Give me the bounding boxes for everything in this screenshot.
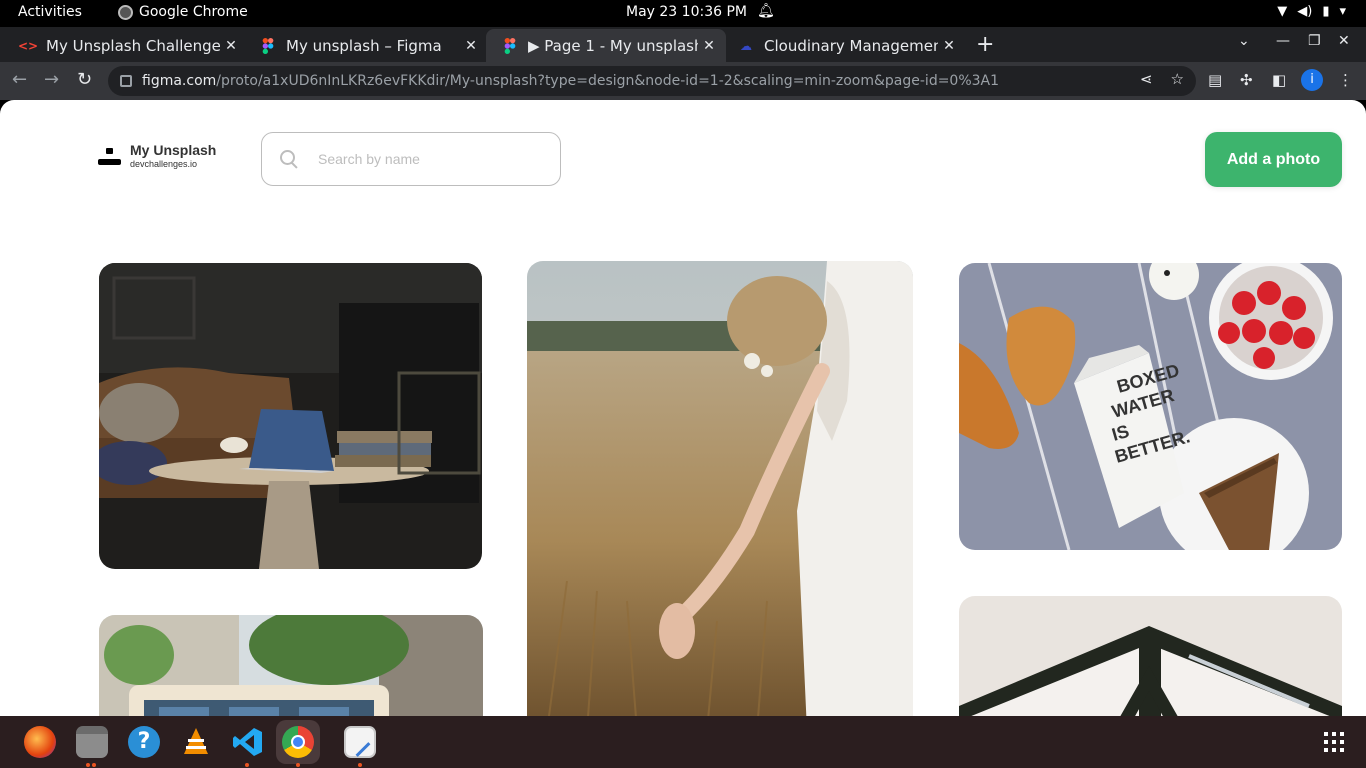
files-icon[interactable]: [76, 726, 108, 758]
battery-icon: ▮: [1322, 4, 1330, 19]
close-tab-icon[interactable]: ✕: [220, 38, 242, 54]
running-indicator: [358, 763, 362, 767]
tab-title: ▶ Page 1 - My unsplash: [528, 36, 698, 55]
url-path: /proto/a1xUD6nInLKRz6evFKKdir/My-unsplas…: [216, 73, 1000, 89]
new-tab-button[interactable]: +: [976, 32, 994, 57]
show-apps-icon[interactable]: [1324, 732, 1344, 752]
activities-button[interactable]: Activities: [18, 4, 82, 20]
close-window-icon[interactable]: ✕: [1338, 33, 1350, 49]
reload-icon[interactable]: ↻: [77, 69, 92, 90]
extension-icon[interactable]: ▤: [1208, 71, 1222, 89]
logo-name: My Unsplash: [130, 142, 217, 158]
text-editor-icon[interactable]: [344, 726, 376, 758]
logo-mark-base: [98, 159, 121, 165]
profile-avatar[interactable]: i: [1301, 69, 1323, 91]
bookmark-star-icon[interactable]: ☆: [1171, 70, 1184, 88]
photo-wheat-field[interactable]: [527, 261, 913, 716]
page-viewport: My Unsplash devchallenges.io Add a photo: [0, 100, 1366, 716]
vscode-icon[interactable]: [232, 726, 264, 758]
running-indicator: [245, 763, 249, 767]
cloudinary-icon: ☁: [740, 38, 752, 53]
running-indicator: [92, 763, 96, 767]
volume-icon: ◀): [1297, 4, 1313, 19]
tab-search-icon[interactable]: ⌄: [1238, 33, 1250, 49]
browser-toolbar: ← → ↻ figma.com/proto/a1xUD6nInLKRz6evFK…: [0, 62, 1366, 100]
close-tab-icon[interactable]: ✕: [938, 38, 960, 54]
url-host: figma.com: [142, 73, 217, 89]
close-tab-icon[interactable]: ✕: [460, 38, 482, 54]
chrome-menu-icon[interactable]: ⋮: [1338, 71, 1353, 89]
add-photo-button[interactable]: Add a photo: [1205, 132, 1342, 187]
figma-icon: [502, 37, 518, 54]
extensions-puzzle-icon[interactable]: ✣: [1240, 71, 1253, 89]
chrome-icon[interactable]: [282, 726, 314, 758]
app-name: Google Chrome: [139, 4, 248, 20]
logo-mark-icon: [106, 148, 113, 154]
system-status-area[interactable]: ▼ ◀) ▮ ▾: [1277, 4, 1346, 19]
tab-figma-prototype[interactable]: ▶ Page 1 - My unsplash ✕: [486, 29, 726, 62]
maximize-icon[interactable]: ❐: [1308, 33, 1321, 49]
minimize-icon[interactable]: —: [1276, 33, 1290, 49]
pencil-mark: [355, 742, 371, 757]
chrome-icon-center: [291, 735, 305, 749]
photo-roof-beams[interactable]: [959, 596, 1342, 716]
photo-laptop-table[interactable]: [99, 263, 482, 569]
ubuntu-dock: ?: [0, 716, 1366, 768]
notification-bell-icon[interactable]: 🔔︎: [757, 3, 775, 19]
search-box[interactable]: [261, 132, 561, 186]
tab-title: Cloudinary Management C: [764, 36, 938, 55]
photo-street-van[interactable]: [99, 615, 483, 716]
back-icon[interactable]: ←: [12, 69, 27, 90]
vlc-icon[interactable]: [180, 726, 212, 758]
share-icon[interactable]: ⋖: [1140, 70, 1153, 88]
forward-icon[interactable]: →: [44, 69, 59, 90]
tab-strip: <> My Unsplash Challenge | d ✕ My unspla…: [0, 27, 1366, 62]
running-indicator: [296, 763, 300, 767]
figma-icon: [260, 37, 276, 54]
help-icon[interactable]: ?: [128, 726, 160, 758]
system-top-bar: Activities Google Chrome May 23 10:36 PM…: [0, 0, 1366, 27]
side-panel-icon[interactable]: ◧: [1272, 71, 1286, 89]
tab-cloudinary[interactable]: ☁ Cloudinary Management C ✕: [722, 29, 966, 62]
power-menu-icon: ▾: [1339, 4, 1346, 19]
address-bar[interactable]: figma.com/proto/a1xUD6nInLKRz6evFKKdir/M…: [108, 66, 1196, 96]
chrome-icon: [118, 4, 133, 20]
tab-title: My Unsplash Challenge | d: [46, 36, 220, 55]
firefox-icon[interactable]: [24, 726, 56, 758]
tab-figma-design[interactable]: My unsplash – Figma ✕: [244, 29, 488, 62]
logo-subtitle: devchallenges.io: [130, 159, 198, 169]
wifi-icon: ▼: [1277, 4, 1288, 19]
running-indicator: [86, 763, 90, 767]
clock[interactable]: May 23 10:36 PM: [626, 4, 747, 20]
search-input[interactable]: [318, 151, 538, 167]
tab-title: My unsplash – Figma: [286, 36, 442, 55]
photo-breakfast-flatlay[interactable]: BOXED WATER IS BETTER.: [959, 263, 1342, 550]
search-icon: [280, 150, 298, 168]
app-menu[interactable]: Google Chrome: [118, 4, 248, 20]
devchallenges-icon: <>: [17, 38, 39, 53]
site-info-icon[interactable]: [120, 75, 132, 87]
tab-devchallenges[interactable]: <> My Unsplash Challenge | d ✕: [4, 29, 248, 62]
close-tab-icon[interactable]: ✕: [698, 38, 720, 54]
